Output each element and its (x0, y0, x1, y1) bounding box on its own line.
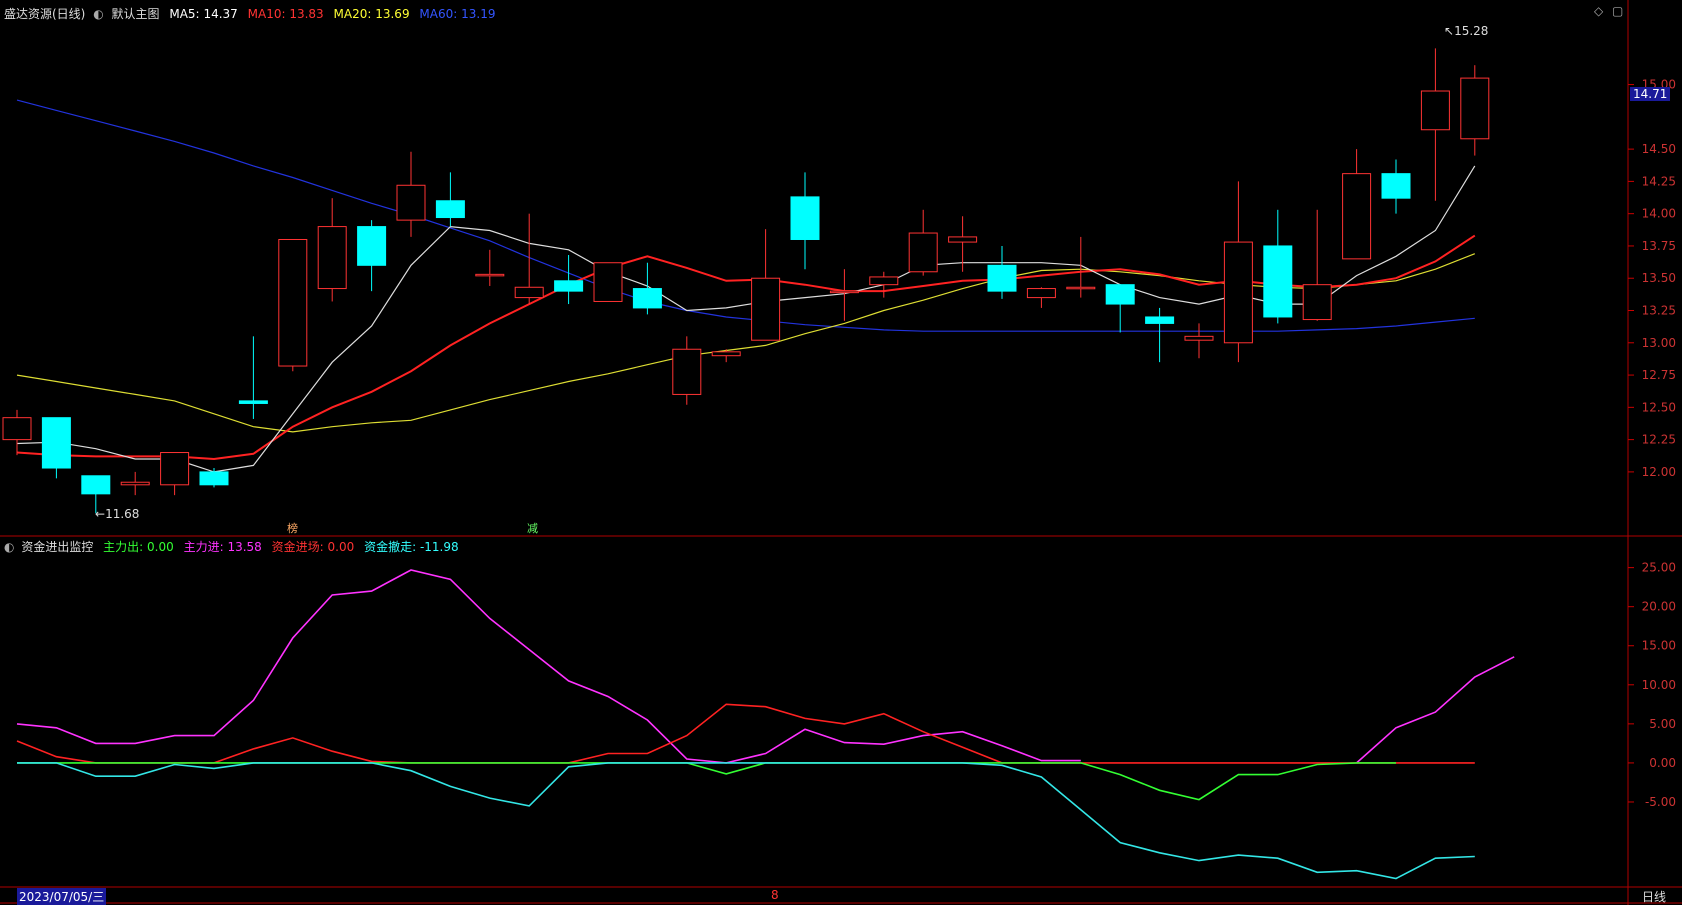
candle-body (514, 286, 544, 299)
candle-body (2, 417, 32, 441)
gear-icon[interactable]: ◐ (93, 7, 103, 21)
indicator-title[interactable]: 资金进出监控 (21, 540, 93, 554)
candle-body (632, 288, 662, 309)
date-label: 2023/07/05/三 (17, 888, 107, 905)
candle-body (475, 273, 505, 277)
ma5-legend: MA5: 14.37 (169, 7, 238, 21)
indicator-header: ◐ 资金进出监控 主力出: 0.00 主力进: 13.58 资金进场: 0.00… (4, 538, 465, 555)
candle-body (1381, 173, 1411, 199)
y-tick-label: 14.50 (1642, 142, 1676, 156)
candle-body (1184, 335, 1214, 341)
main-in-legend: 主力进: 13.58 (183, 540, 262, 554)
y-tick-label: 13.75 (1642, 239, 1676, 253)
candle-body (357, 226, 387, 266)
y-tick-label: 12.25 (1642, 433, 1676, 447)
candle[interactable] (593, 262, 623, 302)
stock-title[interactable]: 盛达资源(日线) (4, 7, 85, 21)
candle-body (711, 351, 741, 357)
candle-body (199, 471, 229, 486)
main-out-legend: 主力出: 0.00 (103, 540, 174, 554)
candle-body (987, 264, 1017, 292)
y-tick-label: 15.00 (1642, 639, 1676, 653)
candle-body (1263, 245, 1293, 318)
candle-body (435, 200, 465, 219)
candle-body (278, 238, 308, 367)
diamond-icon[interactable]: ◇ (1594, 4, 1603, 18)
high-price-label: ↖15.28 (1444, 24, 1489, 38)
y-tick-label: 5.00 (1649, 717, 1676, 731)
y-tick-label: 12.50 (1642, 400, 1676, 414)
y-tick-label: 13.00 (1642, 336, 1676, 350)
candle-body (1145, 316, 1175, 324)
main-header: 盛达资源(日线) ◐ 默认主图 MA5: 14.37 MA10: 13.83 M… (4, 5, 501, 22)
window-icon[interactable]: ▢ (1612, 4, 1623, 18)
period-button[interactable]: 日线 (1642, 888, 1666, 905)
ma60-legend: MA60: 13.19 (419, 7, 496, 21)
y-tick-label: 13.50 (1642, 271, 1676, 285)
y-tick-label: 14.00 (1642, 207, 1676, 221)
candle-body (948, 236, 978, 243)
settings-icon[interactable]: ◐ (4, 540, 14, 554)
candle-body (1302, 284, 1332, 321)
candle-body (908, 232, 938, 273)
y-tick-label: 12.00 (1642, 465, 1676, 479)
stock-chart[interactable]: 12.00 12.25 12.50 12.75 13.00 13.25 13.50 13.75… (0, 0, 1682, 905)
candle-body (238, 400, 268, 404)
y-tick-label: 10.00 (1642, 678, 1676, 692)
candle-body (790, 196, 820, 240)
low-price-label: ←11.68 (95, 507, 140, 521)
candle[interactable] (278, 238, 308, 372)
y-tick-label: 13.25 (1642, 304, 1676, 318)
candle-body (317, 226, 347, 290)
y-tick-label: 25.00 (1642, 561, 1676, 575)
current-price-badge: 14.71 (1630, 87, 1671, 101)
candle-body (869, 276, 899, 286)
candle-body (396, 184, 426, 221)
candle-body (1026, 288, 1056, 299)
candle-body (751, 277, 781, 341)
candle-body (1223, 241, 1253, 344)
y-tick-label: 12.75 (1642, 368, 1676, 382)
candle-body (1105, 284, 1135, 305)
y-tick-label: 14.25 (1642, 174, 1676, 188)
rank-mark: 榜 (287, 522, 298, 535)
candle-body (41, 417, 71, 469)
candle-body (1420, 90, 1450, 131)
candle-body (1342, 173, 1372, 260)
y-tick-label: -5.00 (1645, 795, 1676, 809)
y-tick-label: 20.00 (1642, 600, 1676, 614)
cursor-marker: 8 (771, 888, 779, 902)
candle-body (1066, 286, 1096, 290)
candle-body (593, 262, 623, 302)
candle-body (81, 475, 111, 495)
candle-body (160, 452, 190, 486)
reduce-mark: 减 (527, 522, 538, 535)
template-label[interactable]: 默认主图 (112, 7, 160, 21)
y-tick-label: 0.00 (1649, 756, 1676, 770)
candle-body (672, 348, 702, 395)
candle-body (1460, 77, 1490, 140)
candle-body (554, 280, 584, 292)
candle-body (829, 290, 859, 294)
ma20-legend: MA20: 13.69 (333, 7, 410, 21)
fund-out-legend: 资金撤走: -11.98 (364, 540, 459, 554)
ma10-legend: MA10: 13.83 (247, 7, 324, 21)
fund-in-legend: 资金进场: 0.00 (271, 540, 355, 554)
candle-body (120, 481, 150, 486)
